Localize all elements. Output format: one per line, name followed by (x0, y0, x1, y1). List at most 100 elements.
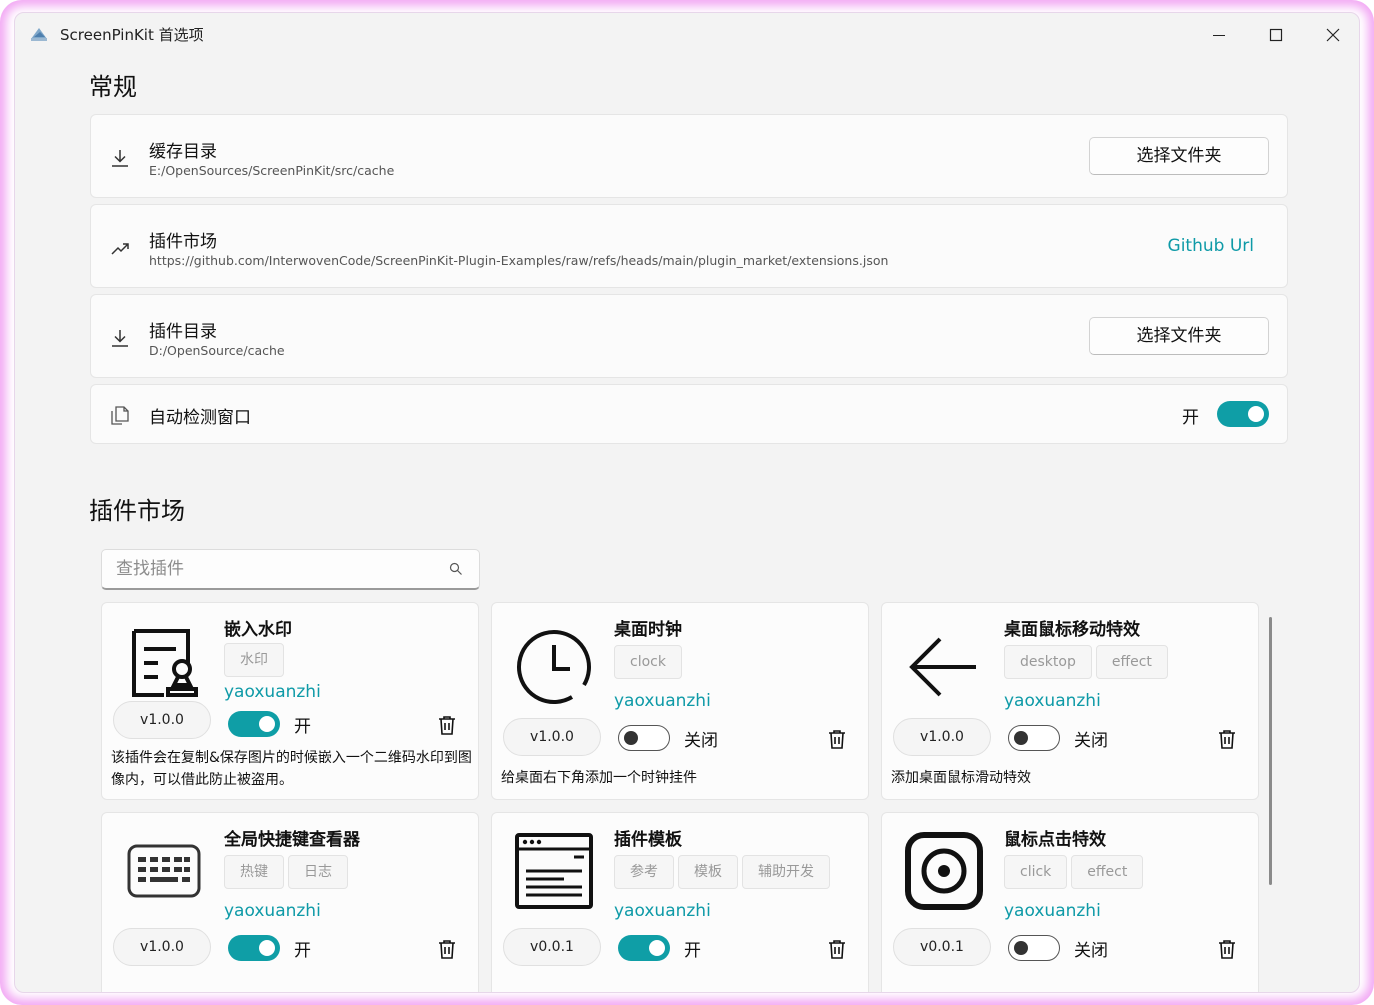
plugin-market-card: 插件市场 https://github.com/InterwovenCode/S… (90, 204, 1288, 288)
plugin-toggle-row: 开 (618, 935, 701, 961)
plugin-enable-toggle[interactable] (228, 935, 280, 961)
plugin-state-label: 开 (294, 940, 311, 961)
plugin-description: 该插件会在复制&保存图片的时候嵌入一个二维码水印到图像内，可以借此防止被盗用。 (111, 750, 472, 788)
plugin-name: 全局快捷键查看器 (224, 830, 360, 850)
trash-icon[interactable] (1216, 938, 1238, 960)
plugin-tags: desktop effect (1004, 645, 1168, 679)
keyboard-icon (114, 821, 214, 921)
maximize-button[interactable] (1248, 13, 1304, 57)
plugin-search-box[interactable] (101, 549, 480, 590)
download-icon (112, 150, 128, 167)
close-icon (1326, 28, 1340, 42)
plugin-tag[interactable]: 辅助开发 (742, 855, 830, 889)
plugin-search-input[interactable] (116, 558, 436, 580)
copy-document-icon (111, 406, 129, 425)
plugin-tag[interactable]: 日志 (288, 855, 348, 889)
toggle-knob (624, 731, 638, 745)
window-title: ScreenPinKit 首选项 (60, 26, 204, 44)
click-target-icon (894, 821, 994, 921)
plugin-tag[interactable]: 参考 (614, 855, 674, 889)
plugin-card-mouse-move-effect: 桌面鼠标移动特效 desktop effect yaoxuanzhi v1.0.… (881, 602, 1259, 800)
plugin-toggle-row: 开 (228, 935, 311, 961)
plugin-author[interactable]: yaoxuanzhi (224, 682, 321, 702)
plugin-tag[interactable]: 热键 (224, 855, 284, 889)
plugin-market-label: 插件市场 (149, 232, 217, 252)
plugin-name: 嵌入水印 (224, 620, 292, 640)
plugin-market-url: https://github.com/InterwovenCode/Screen… (149, 253, 889, 268)
auto-detect-toggle[interactable] (1217, 401, 1269, 427)
plugin-tag[interactable]: click (1004, 855, 1068, 889)
plugin-enable-toggle[interactable] (618, 935, 670, 961)
plugin-tags: 水印 (224, 643, 284, 677)
plugin-card-hotkey-viewer: 全局快捷键查看器 热键 日志 yaoxuanzhi v1.0.0 开 (101, 812, 479, 992)
plugin-description: 给桌面右下角添加一个时钟挂件 (501, 770, 697, 786)
toggle-knob (1014, 941, 1028, 955)
plugin-tag[interactable]: effect (1095, 645, 1168, 679)
plugin-tag[interactable]: desktop (1004, 645, 1092, 679)
minimize-button[interactable] (1191, 13, 1247, 57)
plugin-card-mouse-click-effect: 鼠标点击特效 click effect yaoxuanzhi v0.0.1 关闭 (881, 812, 1259, 992)
download-icon (112, 330, 128, 347)
plugin-tag[interactable]: effect (1071, 855, 1144, 889)
plugin-dir-choose-button[interactable]: 选择文件夹 (1089, 317, 1269, 355)
plugin-author[interactable]: yaoxuanzhi (614, 901, 711, 921)
trash-icon[interactable] (826, 938, 848, 960)
template-window-icon (504, 821, 604, 921)
plugin-name: 桌面鼠标移动特效 (1004, 620, 1140, 640)
plugin-author[interactable]: yaoxuanzhi (1004, 691, 1101, 711)
plugin-toggle-row: 关闭 (1008, 935, 1108, 961)
auto-detect-state: 开 (1182, 408, 1199, 428)
plugin-name: 桌面时钟 (614, 620, 682, 640)
plugin-author[interactable]: yaoxuanzhi (224, 901, 321, 921)
plugin-tag[interactable]: 模板 (678, 855, 738, 889)
trash-icon[interactable] (436, 938, 458, 960)
plugin-card-watermark: 嵌入水印 水印 yaoxuanzhi v1.0.0 开 该插件会在复制&保存图片… (101, 602, 479, 800)
plugin-state-label: 开 (684, 940, 701, 961)
trash-icon[interactable] (436, 714, 458, 736)
trash-icon[interactable] (1216, 728, 1238, 750)
app-icon (31, 28, 47, 41)
plugin-toggle-row: 关闭 (1008, 725, 1108, 751)
watermark-certificate-icon (114, 613, 214, 713)
plugin-name: 鼠标点击特效 (1004, 830, 1106, 850)
title-bar[interactable]: ScreenPinKit 首选项 (15, 13, 1359, 57)
search-icon[interactable] (449, 562, 463, 576)
plugin-enable-toggle[interactable] (1008, 725, 1060, 751)
general-section-title: 常规 (89, 73, 137, 101)
plugin-enable-toggle[interactable] (618, 725, 670, 751)
plugin-author[interactable]: yaoxuanzhi (1004, 901, 1101, 921)
plugin-tag[interactable]: 水印 (224, 643, 284, 677)
plugin-version: v0.0.1 (503, 928, 601, 966)
plugin-state-label: 关闭 (1074, 730, 1108, 751)
plugin-state-label: 开 (294, 716, 311, 737)
plugin-dir-label: 插件目录 (149, 322, 217, 342)
auto-detect-label: 自动检测窗口 (149, 408, 251, 428)
plugin-state-label: 关闭 (1074, 940, 1108, 961)
minimize-icon (1213, 35, 1225, 36)
github-url-link[interactable]: Github Url (1168, 236, 1254, 256)
cache-dir-choose-button[interactable]: 选择文件夹 (1089, 137, 1269, 175)
close-button[interactable] (1305, 13, 1359, 57)
plugin-list-scrollbar[interactable] (1269, 617, 1272, 885)
plugin-tag[interactable]: clock (614, 645, 682, 679)
plugin-enable-toggle[interactable] (228, 711, 280, 737)
plugin-dir-path: D:/OpenSource/cache (149, 343, 285, 358)
plugin-dir-card: 插件目录 D:/OpenSource/cache 选择文件夹 (90, 294, 1288, 378)
plugin-toggle-row: 开 (228, 711, 311, 737)
plugin-tags: 热键 日志 (224, 855, 348, 889)
plugin-enable-toggle[interactable] (1008, 935, 1060, 961)
plugin-card-plugin-template: 插件模板 参考 模板 辅助开发 yaoxuanzhi v0.0.1 开 (491, 812, 869, 992)
plugin-tags: click effect (1004, 855, 1144, 889)
toggle-knob (259, 940, 275, 956)
plugin-version: v1.0.0 (113, 928, 211, 966)
toggle-knob (649, 940, 665, 956)
plugin-version: v1.0.0 (893, 718, 991, 756)
market-section-title: 插件市场 (89, 497, 185, 525)
plugin-author[interactable]: yaoxuanzhi (614, 691, 711, 711)
trash-icon[interactable] (826, 728, 848, 750)
trending-up-icon (111, 243, 129, 255)
maximize-icon (1269, 28, 1283, 42)
toggle-knob (1014, 731, 1028, 745)
plugin-toggle-row: 关闭 (618, 725, 718, 751)
plugin-description: 添加桌面鼠标滑动特效 (891, 770, 1031, 786)
